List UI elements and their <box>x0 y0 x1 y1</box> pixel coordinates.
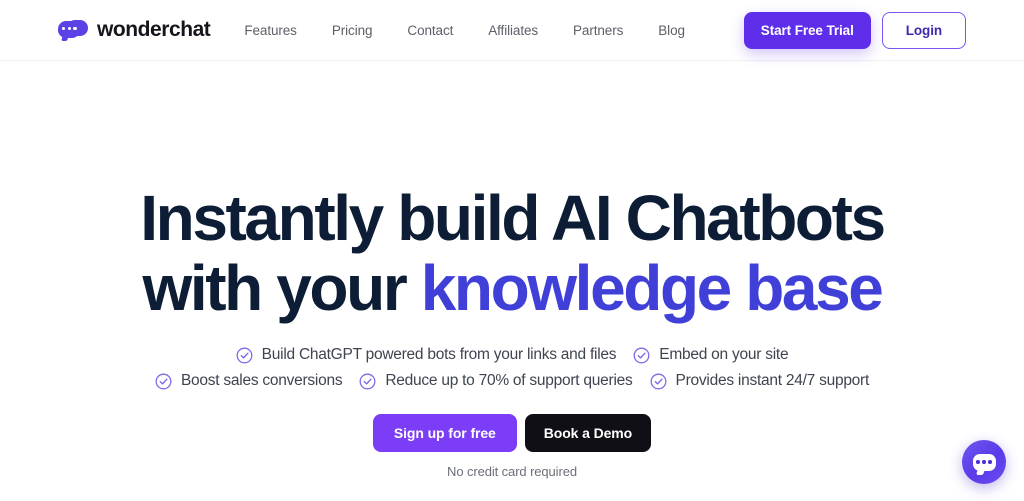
chat-bubble-dots-icon <box>972 453 996 471</box>
hero-section: Instantly build AI Chatbots with your kn… <box>0 61 1024 479</box>
headline-line-2-plain: with your <box>142 252 421 324</box>
feature-label: Build ChatGPT powered bots from your lin… <box>261 346 617 363</box>
check-circle-icon <box>633 347 650 363</box>
feature-list: Build ChatGPT powered bots from your lin… <box>0 346 1024 390</box>
nav-item-blog[interactable]: Blog <box>658 23 685 38</box>
feature-item: Embed on your site <box>633 346 789 364</box>
feature-label: Embed on your site <box>659 346 789 363</box>
page-title: Instantly build AI Chatbots with your kn… <box>0 183 1024 323</box>
brand-logo[interactable]: wonderchat <box>58 18 211 42</box>
nav-item-affiliates[interactable]: Affiliates <box>488 23 538 38</box>
nav-item-contact[interactable]: Contact <box>407 23 453 38</box>
feature-item: Reduce up to 70% of support queries <box>359 372 633 390</box>
headline-line-1: Instantly build AI Chatbots <box>140 182 886 254</box>
headline-line-2-accent: knowledge base <box>420 252 884 324</box>
chat-widget-button[interactable] <box>962 440 1006 484</box>
main-nav: Features Pricing Contact Affiliates Part… <box>244 23 685 38</box>
feature-row: Build ChatGPT powered bots from your lin… <box>236 346 789 364</box>
no-credit-card-note: No credit card required <box>447 464 577 479</box>
check-circle-icon <box>236 347 253 363</box>
start-free-trial-button[interactable]: Start Free Trial <box>743 11 871 49</box>
feature-label: Boost sales conversions <box>180 372 343 389</box>
check-circle-icon <box>650 373 666 389</box>
nav-item-partners[interactable]: Partners <box>573 23 623 38</box>
nav-item-features[interactable]: Features <box>244 23 297 38</box>
feature-label: Reduce up to 70% of support queries <box>385 372 633 389</box>
cta-row: Sign up for free Book a Demo <box>0 414 1024 452</box>
check-circle-icon <box>155 373 172 389</box>
chat-bubble-dots-icon <box>58 19 88 41</box>
site-header: wonderchat Features Pricing Contact Affi… <box>0 0 1024 61</box>
sign-up-for-free-button[interactable]: Sign up for free <box>372 414 517 452</box>
feature-item: Provides instant 24/7 support <box>650 372 870 390</box>
feature-label: Provides instant 24/7 support <box>675 372 870 389</box>
login-button[interactable]: Login <box>881 11 966 49</box>
header-actions: Start Free Trial Login <box>743 11 966 49</box>
nav-item-pricing[interactable]: Pricing <box>332 23 373 38</box>
check-circle-icon <box>359 373 376 389</box>
feature-row: Boost sales conversions Reduce up to 70%… <box>155 372 869 390</box>
feature-item: Build ChatGPT powered bots from your lin… <box>236 346 617 364</box>
brand-name: wonderchat <box>97 18 211 41</box>
book-a-demo-button[interactable]: Book a Demo <box>524 414 652 452</box>
feature-item: Boost sales conversions <box>155 372 343 390</box>
